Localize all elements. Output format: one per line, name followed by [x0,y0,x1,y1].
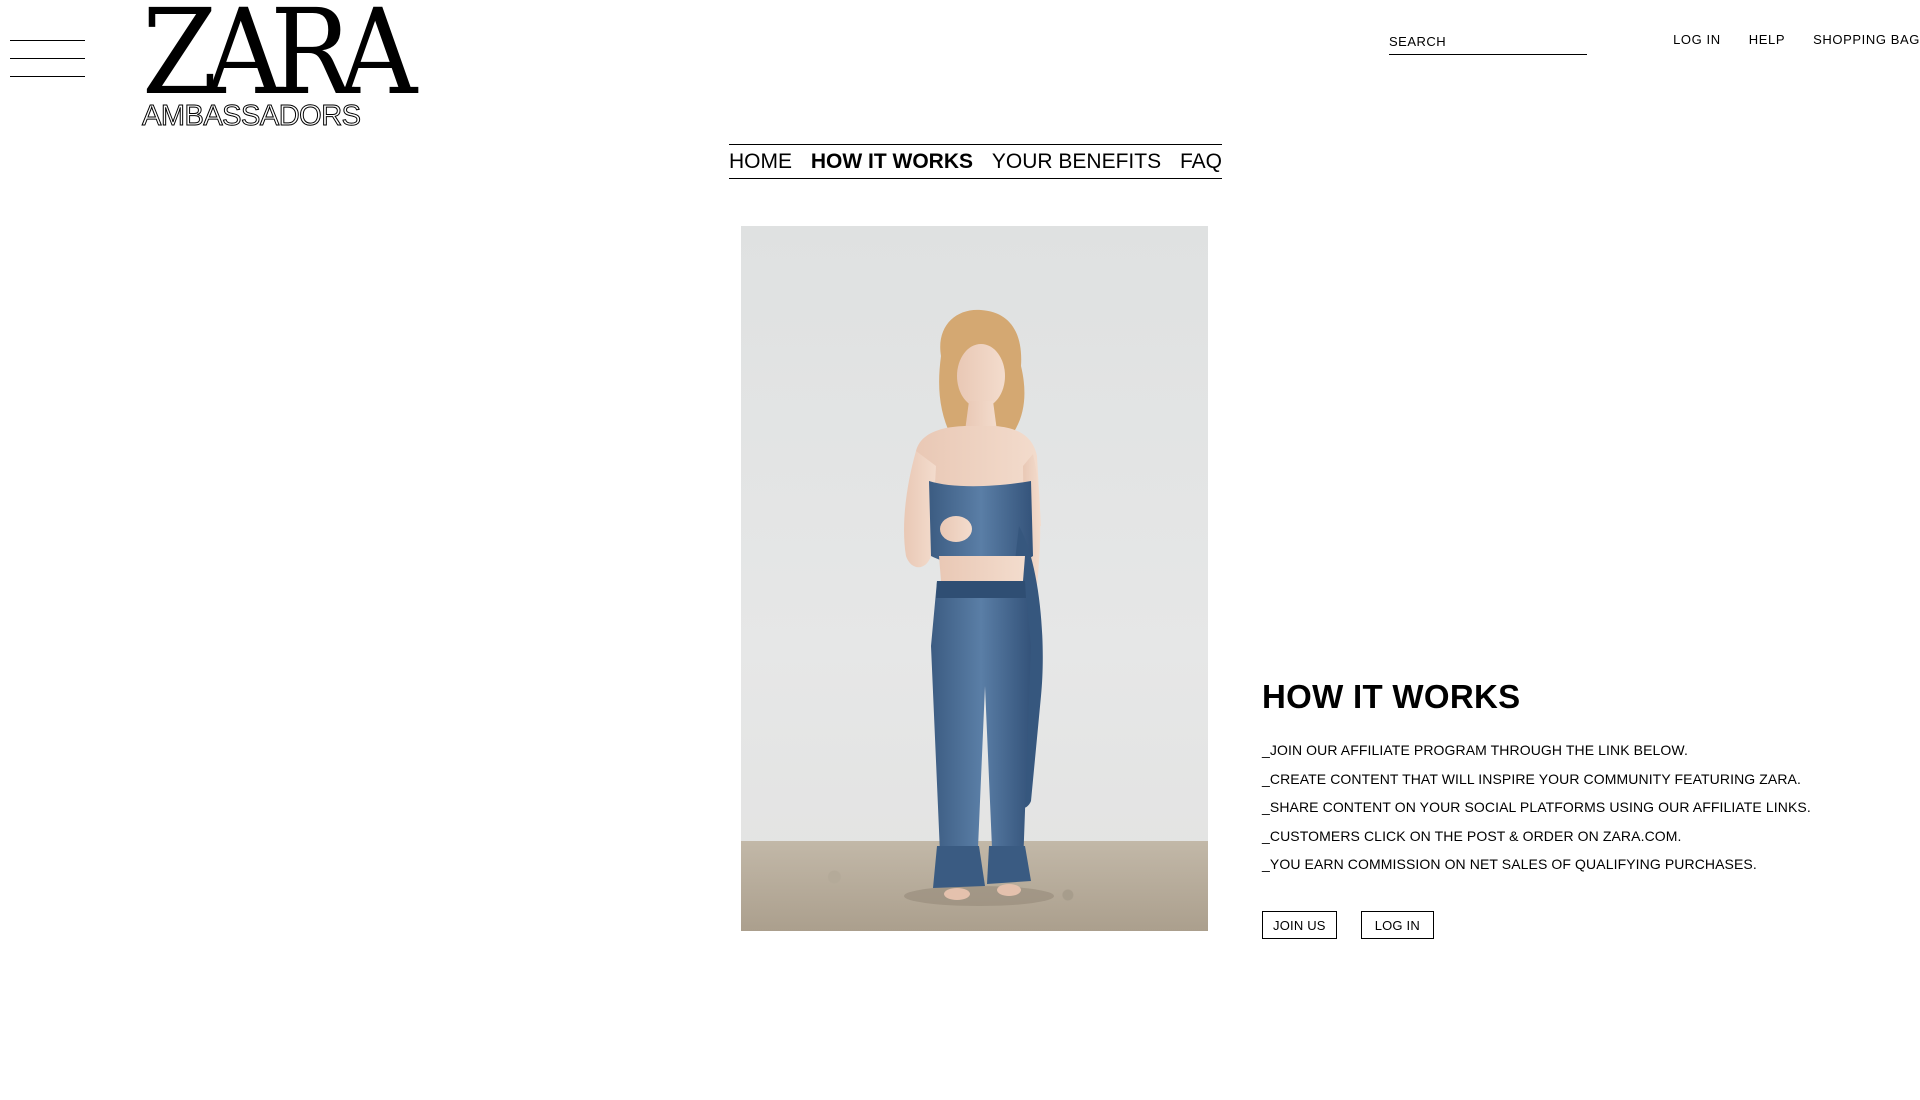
model-figure [904,309,1054,906]
page: ZARA AMBASSADORS LOG IN HELP SHOPPING BA… [0,0,1920,1100]
logo-subtitle: AMBASSADORS [142,100,362,133]
nav-faq[interactable]: FAQ [1180,150,1222,174]
nav-home[interactable]: HOME [729,150,792,174]
join-us-button[interactable]: JOIN US [1262,910,1337,939]
zara-ambassadors-logo[interactable]: ZARA AMBASSADORS [142,0,418,133]
step-item: _CUSTOMERS CLICK ON THE POST & ORDER ON … [1262,827,1682,844]
login-link[interactable]: LOG IN [1673,32,1721,47]
search-input[interactable] [1389,30,1587,52]
step-item: _SHARE CONTENT ON YOUR SOCIAL PLATFORMS … [1262,799,1811,815]
hamburger-menu-icon[interactable] [10,38,86,78]
section-nav: HOME HOW IT WORKS YOUR BENEFITS FAQ [729,144,1222,179]
step-item: _CREATE CONTENT THAT WILL INSPIRE YOUR C… [1262,770,1801,787]
menu-bar [10,58,85,59]
action-buttons: JOIN US LOG IN [1262,910,1862,939]
hero-image [741,226,1208,931]
step-item: _JOIN OUR AFFILIATE PROGRAM THROUGH THE … [1262,742,1688,758]
menu-bar [10,76,85,77]
nav-your-benefits[interactable]: YOUR BENEFITS [992,150,1161,174]
section-title: HOW IT WORKS [1262,678,1521,715]
steps-list: _JOIN OUR AFFILIATE PROGRAM THROUGH THE … [1262,736,1862,879]
login-button[interactable]: LOG IN [1360,910,1434,939]
how-it-works-section: HOW IT WORKS _JOIN OUR AFFILIATE PROGRAM… [1262,676,1862,939]
shopping-bag-link[interactable]: SHOPPING BAG [1813,32,1920,47]
help-link[interactable]: HELP [1749,32,1785,47]
step-item: _YOU EARN COMMISSION ON NET SALES OF QUA… [1262,856,1757,872]
logo-wordmark: ZARA [142,0,417,121]
search-field[interactable] [1389,30,1587,55]
nav-how-it-works[interactable]: HOW IT WORKS [811,150,973,174]
menu-bar [10,40,85,41]
top-links: LOG IN HELP SHOPPING BAG [1673,32,1920,47]
